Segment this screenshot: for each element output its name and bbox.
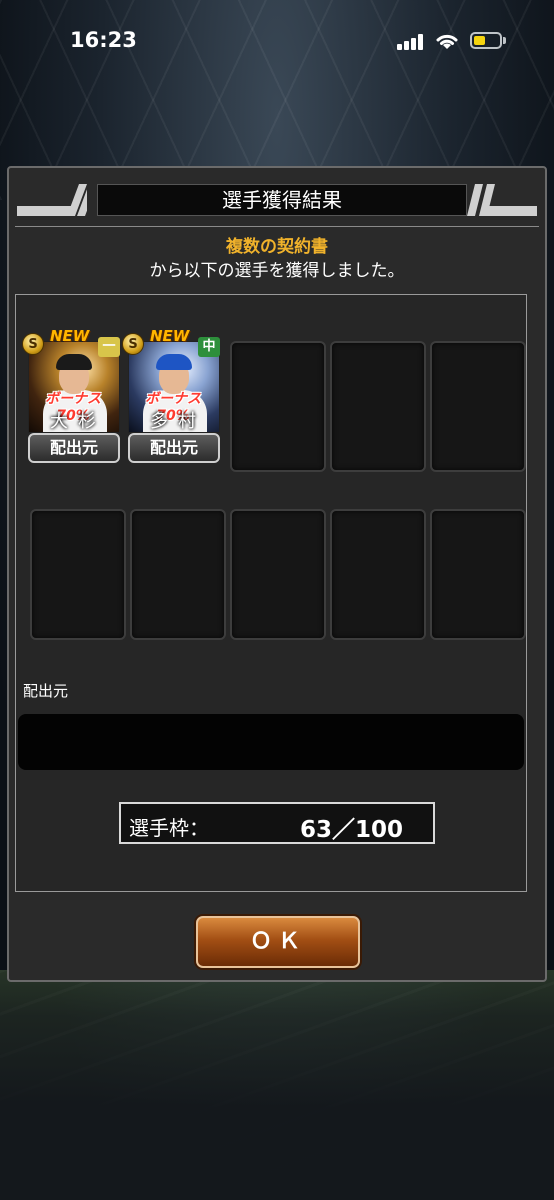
empty-slot — [330, 509, 426, 640]
cellular-signal-icon — [397, 34, 425, 50]
source-display — [18, 714, 524, 770]
empty-slot — [230, 341, 326, 472]
rank-badge: S — [22, 333, 44, 355]
empty-slot — [30, 509, 126, 640]
wifi-icon — [436, 34, 458, 49]
empty-slot — [130, 509, 226, 640]
status-time: 16:23 — [70, 28, 137, 52]
position-badge: 一 — [98, 337, 120, 357]
source-button[interactable]: 配出元 — [28, 433, 120, 463]
title-decoration-right — [467, 184, 537, 216]
player-card[interactable]: ボーナス70% 多村 S NEW 中 配出元 — [122, 327, 220, 464]
new-badge: NEW — [150, 327, 190, 345]
roster-capacity-label: 選手枠： — [129, 816, 209, 840]
acquisition-message: から以下の選手を獲得しました。 — [149, 261, 405, 281]
empty-slot — [430, 341, 526, 472]
ok-button[interactable]: ＯＫ — [196, 916, 360, 968]
status-bar: 16:23 — [0, 0, 554, 80]
roster-capacity: 選手枠： 63／100 — [119, 802, 435, 844]
source-item-name: 複数の契約書 — [226, 237, 328, 257]
player-card[interactable]: ボーナス70% 大杉 S NEW 一 配出元 — [22, 327, 120, 464]
position-badge: 中 — [198, 337, 220, 357]
dialog-title: 選手獲得結果 — [97, 184, 467, 216]
title-decoration-left — [17, 184, 87, 216]
title-bar: 選手獲得結果 — [17, 184, 537, 218]
roster-capacity-value: 63／100 — [299, 817, 403, 843]
empty-slot — [430, 509, 526, 640]
empty-slot — [230, 509, 326, 640]
player-acquisition-dialog: 選手獲得結果 複数の契約書 から以下の選手を獲得しました。 ボーナス70% 大杉… — [7, 166, 547, 982]
battery-icon — [470, 32, 502, 49]
new-badge: NEW — [50, 327, 90, 345]
source-button[interactable]: 配出元 — [128, 433, 220, 463]
empty-slot — [330, 341, 426, 472]
source-label: 配出元 — [23, 682, 69, 700]
player-name: 多村 — [150, 411, 206, 432]
player-name: 大杉 — [50, 411, 106, 432]
rank-badge: S — [122, 333, 144, 355]
